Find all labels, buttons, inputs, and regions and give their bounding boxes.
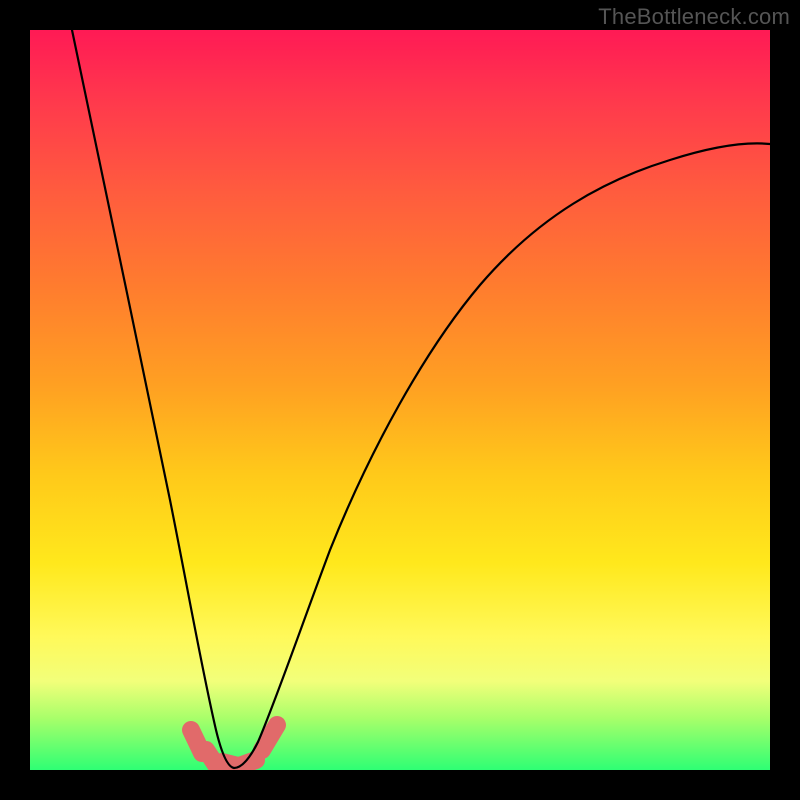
- pill-group: [191, 725, 277, 766]
- bottleneck-curve: [72, 30, 770, 768]
- chart-container: TheBottleneck.com: [0, 0, 800, 800]
- chart-svg: [30, 30, 770, 770]
- watermark-text: TheBottleneck.com: [598, 4, 790, 30]
- plot-area: [30, 30, 770, 770]
